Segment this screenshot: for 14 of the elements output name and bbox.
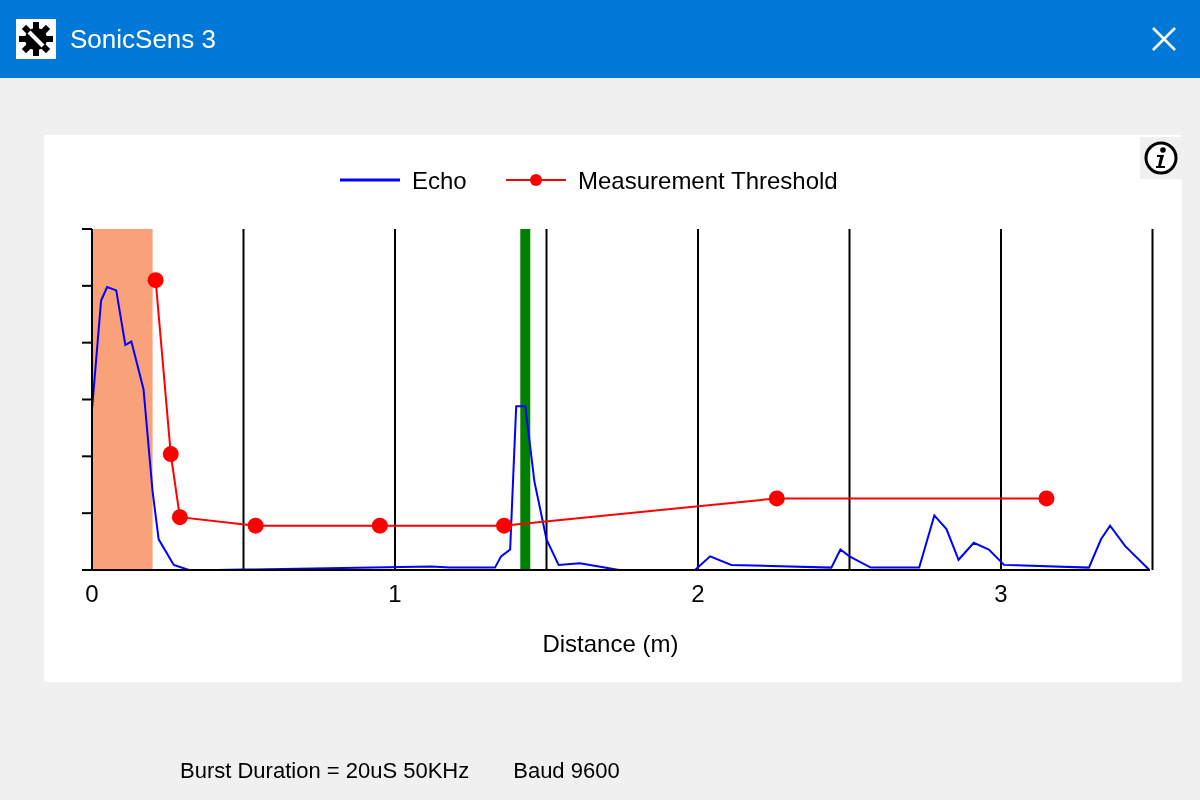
info-icon (1143, 140, 1179, 176)
gear-icon (16, 19, 56, 59)
window-title: SonicSens 3 (70, 22, 216, 56)
x-tick-label: 0 (85, 580, 99, 607)
x-tick-label: 3 (994, 580, 1008, 607)
legend-label: Measurement Threshold (578, 167, 838, 194)
x-tick-label: 1 (388, 580, 402, 607)
close-icon (1151, 26, 1177, 52)
x-tick-label: 2 (691, 580, 705, 607)
status-text: Baud 9600 (513, 757, 620, 785)
info-button[interactable] (1140, 137, 1182, 179)
x-axis-label: Distance (m) (542, 630, 679, 657)
status-text: Burst Duration = 20uS 50KHz (180, 757, 470, 785)
legend-label: Echo (412, 167, 467, 194)
